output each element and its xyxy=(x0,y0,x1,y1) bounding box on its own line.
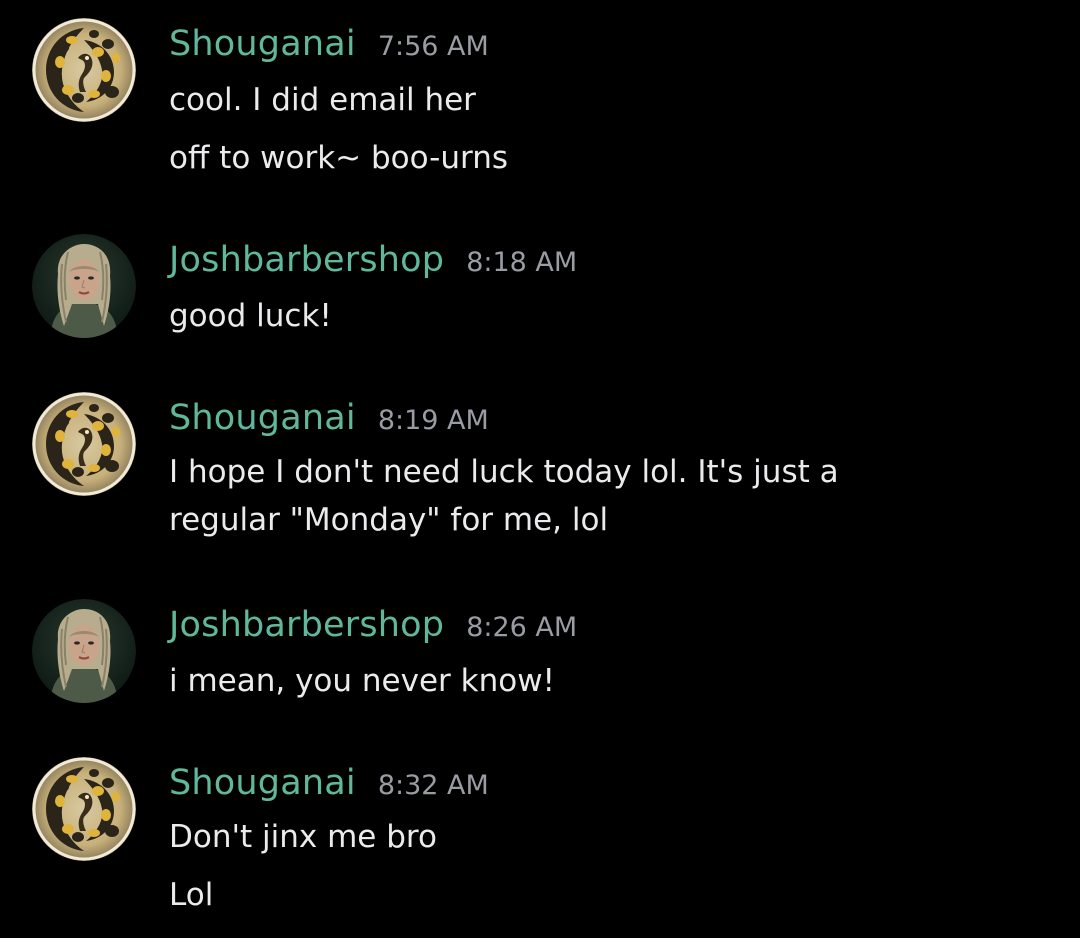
ball-python-avatar-image xyxy=(32,757,136,861)
username[interactable]: Shouganai xyxy=(169,24,356,64)
username[interactable]: Joshbarbershop xyxy=(169,240,444,280)
ball-python-avatar-image xyxy=(32,18,136,122)
message-text[interactable]: Lol xyxy=(169,871,1049,919)
message-header: Joshbarbershop 8:18 AM xyxy=(169,240,577,290)
timestamp: 8:18 AM xyxy=(466,247,578,278)
character-portrait-avatar-image xyxy=(32,599,136,703)
timestamp: 8:32 AM xyxy=(377,770,489,801)
message-header: Shouganai 8:32 AM xyxy=(169,763,489,813)
timestamp: 7:56 AM xyxy=(377,31,489,62)
message-group: Joshbarbershop 8:18 AM good luck! xyxy=(0,234,1080,344)
username[interactable]: Shouganai xyxy=(169,398,356,438)
message-text[interactable]: off to work~ boo-urns xyxy=(169,134,1049,182)
username[interactable]: Shouganai xyxy=(169,763,356,803)
character-portrait-avatar-image xyxy=(32,234,136,338)
ball-python-avatar[interactable] xyxy=(32,18,136,122)
message-text[interactable]: cool. I did email her xyxy=(169,76,1049,124)
ball-python-avatar[interactable] xyxy=(32,757,136,861)
ball-python-avatar[interactable] xyxy=(32,392,136,496)
message-header: Shouganai 8:19 AM xyxy=(169,398,489,448)
character-portrait-avatar[interactable] xyxy=(32,234,136,338)
timestamp: 8:19 AM xyxy=(377,405,489,436)
timestamp: 8:26 AM xyxy=(466,612,578,643)
message-group: Shouganai 7:56 AM cool. I did email her … xyxy=(0,18,1080,188)
message-text[interactable]: I hope I don't need luck today lol. It's… xyxy=(169,448,959,544)
message-text[interactable]: Don't jinx me bro xyxy=(169,813,1049,861)
message-text[interactable]: good luck! xyxy=(169,292,1049,340)
character-portrait-avatar[interactable] xyxy=(32,599,136,703)
username[interactable]: Joshbarbershop xyxy=(169,605,444,645)
ball-python-avatar-image xyxy=(32,392,136,496)
message-group: Shouganai 8:32 AM Don't jinx me bro Lol xyxy=(0,757,1080,927)
message-text[interactable]: i mean, you never know! xyxy=(169,657,1049,705)
message-header: Shouganai 7:56 AM xyxy=(169,24,489,74)
message-header: Joshbarbershop 8:26 AM xyxy=(169,605,577,655)
message-group: Joshbarbershop 8:26 AM i mean, you never… xyxy=(0,599,1080,709)
message-group: Shouganai 8:19 AM I hope I don't need lu… xyxy=(0,392,1080,552)
